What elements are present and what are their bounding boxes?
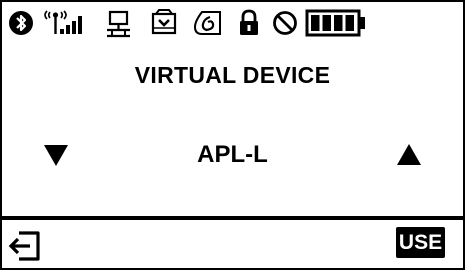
screen-title: VIRTUAL DEVICE [134, 62, 331, 88]
status-bar [2, 2, 463, 50]
lock-icon [240, 9, 258, 35]
battery-cell [345, 15, 354, 31]
use-button[interactable]: USE [396, 227, 445, 258]
arrow-up-icon[interactable] [394, 142, 424, 168]
blocked-icon [273, 11, 297, 35]
battery-icon [305, 9, 365, 37]
battery-cell [311, 15, 320, 31]
storage-icon [151, 9, 177, 35]
device-screen: VIRTUAL DEVICE APL-L USE [0, 0, 465, 270]
soft-key-divider [2, 216, 463, 220]
bluetooth-icon [9, 11, 33, 35]
battery-cells [311, 15, 354, 31]
battery-cell [334, 15, 343, 31]
back-icon[interactable] [8, 229, 42, 263]
battery-cell [322, 15, 331, 31]
network-icon [107, 10, 130, 38]
nfc-icon [193, 11, 221, 35]
wifi-signal-icon [44, 10, 82, 34]
